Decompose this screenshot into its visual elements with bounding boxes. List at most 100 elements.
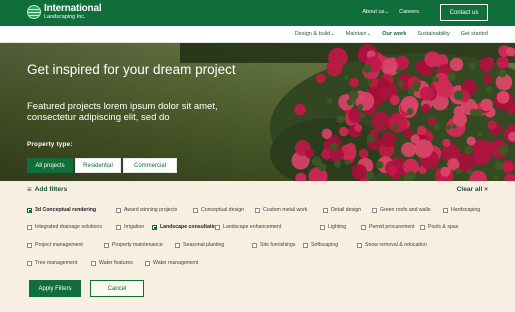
filter-option[interactable]: Green roofs and walls [372, 207, 430, 213]
filter-option[interactable]: 3d Conceptual rendering [27, 207, 96, 213]
filter-option-label: 3d Conceptual rendering [35, 207, 97, 213]
nav-design-build[interactable]: Design & build⌄ [295, 31, 335, 37]
nav-our-work[interactable]: Our work [382, 31, 406, 37]
filter-option-label: Conceptual design [201, 207, 244, 213]
filter-option[interactable]: Site furnishings [252, 242, 295, 248]
property-commercial-button[interactable]: Commercial [123, 158, 177, 173]
apply-filters-button[interactable]: Apply Filters [29, 280, 81, 297]
nav-careers[interactable]: Careers [399, 9, 419, 15]
property-residential-button[interactable]: Residential [75, 158, 121, 173]
top-bar: International Landscaping Inc. About us⌄… [0, 0, 515, 26]
filter-option-label: Permit procurement [369, 224, 415, 230]
filter-option-label: Snow removal & relocation [365, 242, 427, 248]
filter-option[interactable]: Award winning projects [116, 207, 177, 213]
filter-checkbox[interactable] [91, 260, 96, 266]
filter-checkbox[interactable] [372, 207, 377, 213]
logo-text: International Landscaping Inc. [44, 3, 102, 21]
filter-option-label: Irrigation [124, 224, 145, 230]
filter-checkbox[interactable] [145, 260, 150, 266]
filter-option-label: Award winning projects [124, 207, 178, 213]
filter-option-label: Pools & spas [428, 224, 459, 230]
filter-checkbox[interactable] [152, 224, 157, 230]
filter-option[interactable]: Softscaping [303, 242, 338, 248]
filter-option[interactable]: Lighting [320, 224, 346, 230]
filter-checkbox[interactable] [193, 207, 198, 213]
filter-checkbox[interactable] [323, 207, 328, 213]
secondary-nav: Design & build⌄ Maintain⌄ Our work Susta… [0, 26, 515, 43]
filter-option-label: Seasonal planting [183, 242, 225, 248]
filter-option-label: Lighting [328, 224, 347, 230]
filter-checkbox[interactable] [255, 207, 260, 213]
clear-all-link[interactable]: Clear all × [457, 186, 488, 193]
filter-option-label: Softscaping [311, 242, 339, 248]
filter-option[interactable]: Property maintenance [104, 242, 163, 248]
filter-checkbox[interactable] [320, 224, 325, 230]
filter-option-label: Site furnishings [260, 242, 296, 248]
filter-checkbox[interactable] [252, 242, 257, 248]
filter-checkbox[interactable] [357, 242, 362, 248]
chevron-down-icon: ⌄ [366, 31, 372, 37]
filter-option[interactable]: Detail design [323, 207, 361, 213]
clear-all-label: Clear all [456, 186, 483, 193]
filter-option-label: Green roofs and walls [380, 207, 431, 213]
filter-checkbox[interactable] [175, 242, 180, 248]
property-all-projects-button[interactable]: All projects [27, 158, 73, 173]
filter-option[interactable]: Seasonal planting [175, 242, 224, 248]
add-filters-toggle[interactable]: ≡ Add filters [27, 184, 67, 194]
filter-option[interactable]: Hardscaping [443, 207, 480, 213]
filter-checkbox[interactable] [104, 242, 109, 248]
filter-option[interactable]: Conceptual design [193, 207, 244, 213]
brand-name: International [44, 3, 102, 14]
filter-checkbox[interactable] [27, 224, 32, 230]
property-type-label: Property type: [27, 141, 73, 148]
nav-about-label: About us [362, 9, 385, 15]
filter-option[interactable]: Water management [145, 260, 198, 266]
filter-option[interactable]: Irrigation [116, 224, 144, 230]
hero-subtitle: Featured projects lorem ipsum dolor sit … [27, 101, 218, 123]
filter-checkbox[interactable] [443, 207, 448, 213]
filter-option-label: Project management [35, 242, 83, 248]
filter-checkbox[interactable] [116, 224, 121, 230]
filter-checkbox[interactable] [215, 224, 220, 230]
filter-option[interactable]: Snow removal & relocation [357, 242, 427, 248]
nav-maintain[interactable]: Maintain⌄ [346, 31, 371, 37]
filter-checkbox[interactable] [303, 242, 308, 248]
filter-checkbox[interactable] [27, 260, 32, 266]
filter-checkbox[interactable] [420, 224, 425, 230]
filter-option-label: Custom metal work [263, 207, 308, 213]
filter-option[interactable]: Project management [27, 242, 83, 248]
top-nav: About us⌄ Careers [362, 9, 419, 15]
filter-icon: ≡ [27, 184, 32, 194]
globe-icon [27, 5, 41, 19]
chevron-down-icon: ⌄ [384, 9, 390, 15]
filter-option-label: Water management [153, 260, 199, 266]
filter-option-label: Detail design [331, 207, 361, 213]
filter-option[interactable]: Custom metal work [255, 207, 307, 213]
contact-button[interactable]: Contact us [440, 4, 488, 21]
filter-option[interactable]: Tree management [27, 260, 77, 266]
filter-option-label: Landscape enhancement [223, 224, 282, 230]
brand-sub: Landscaping Inc. [44, 14, 86, 20]
filter-option-label: Landscape consultation [160, 224, 220, 230]
filter-option[interactable]: Water features [91, 260, 133, 266]
hero-title: Get inspired for your dream project [27, 62, 236, 77]
filter-option[interactable]: Integrated drainage solutions [27, 224, 102, 230]
filter-option[interactable]: Landscape enhancement [215, 224, 281, 230]
property-type-toggle: All projects Residential Commercial [27, 158, 177, 173]
cancel-button[interactable]: Cancel [90, 280, 144, 297]
nav-about[interactable]: About us⌄ [362, 9, 389, 15]
filter-option[interactable]: Permit procurement [361, 224, 415, 230]
nav-get-started[interactable]: Get started [461, 31, 488, 37]
filter-checkbox[interactable] [27, 207, 32, 213]
nav-sustainability[interactable]: Sustainability [417, 31, 449, 37]
filter-checkbox[interactable] [361, 224, 366, 230]
logo[interactable]: International Landscaping Inc. [27, 3, 102, 21]
filter-checkbox[interactable] [27, 242, 32, 248]
filters-panel: ≡ Add filters Clear all × 3d Conceptual … [0, 181, 515, 312]
nav-maintain-label: Maintain [345, 31, 367, 37]
filter-option-label: Property maintenance [112, 242, 163, 248]
filter-option[interactable]: Landscape consultation [152, 224, 219, 230]
filter-checkbox[interactable] [116, 207, 121, 213]
filter-option[interactable]: Pools & spas [420, 224, 458, 230]
chevron-down-icon: ⌄ [330, 31, 335, 37]
